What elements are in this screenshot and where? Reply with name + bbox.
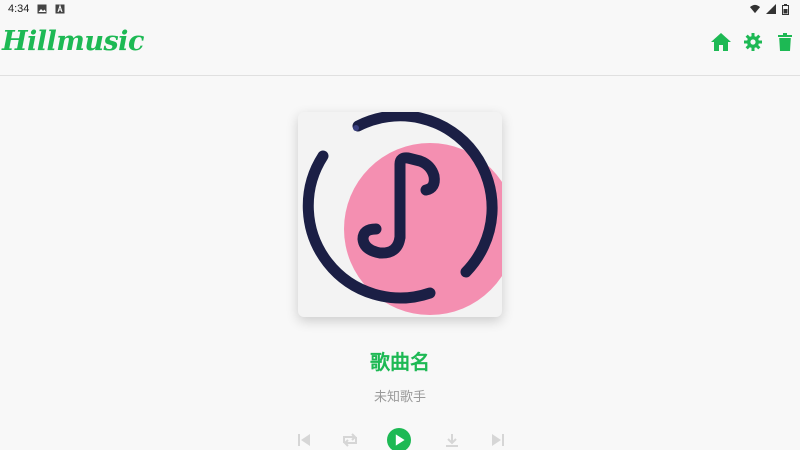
download-icon (446, 434, 458, 447)
home-icon (711, 33, 731, 51)
battery-icon (782, 4, 792, 15)
repeat-button[interactable] (338, 428, 362, 450)
app-logo: Hillmusic (2, 26, 144, 57)
delete-button[interactable] (774, 31, 796, 53)
status-left: 4:34 (0, 3, 65, 15)
app-root: 4:34 Hillmusic 歌曲名 未知歌手 (0, 0, 800, 450)
a-icon (55, 4, 65, 14)
music-note-icon (302, 112, 502, 315)
repeat-icon (343, 433, 357, 447)
signal-icon (766, 4, 776, 14)
previous-icon (298, 434, 310, 446)
status-time: 4:34 (8, 3, 30, 15)
play-button[interactable] (387, 428, 411, 450)
status-bar: 4:34 (0, 0, 800, 18)
album-cover (298, 112, 502, 317)
wifi-icon (750, 4, 760, 14)
download-button[interactable] (440, 428, 464, 450)
player-controls (290, 428, 510, 450)
settings-icon (744, 33, 762, 51)
app-bar: Hillmusic (0, 18, 800, 76)
play-icon (387, 428, 411, 450)
app-actions (710, 31, 796, 53)
next-icon (492, 434, 504, 446)
song-title: 歌曲名 (370, 350, 430, 374)
next-button[interactable] (486, 428, 510, 450)
delete-icon (778, 33, 792, 51)
song-artist: 未知歌手 (373, 390, 426, 405)
home-button[interactable] (710, 31, 732, 53)
previous-button[interactable] (292, 428, 316, 450)
settings-button[interactable] (742, 31, 764, 53)
status-right (750, 4, 800, 15)
gallery-icon (37, 4, 47, 14)
